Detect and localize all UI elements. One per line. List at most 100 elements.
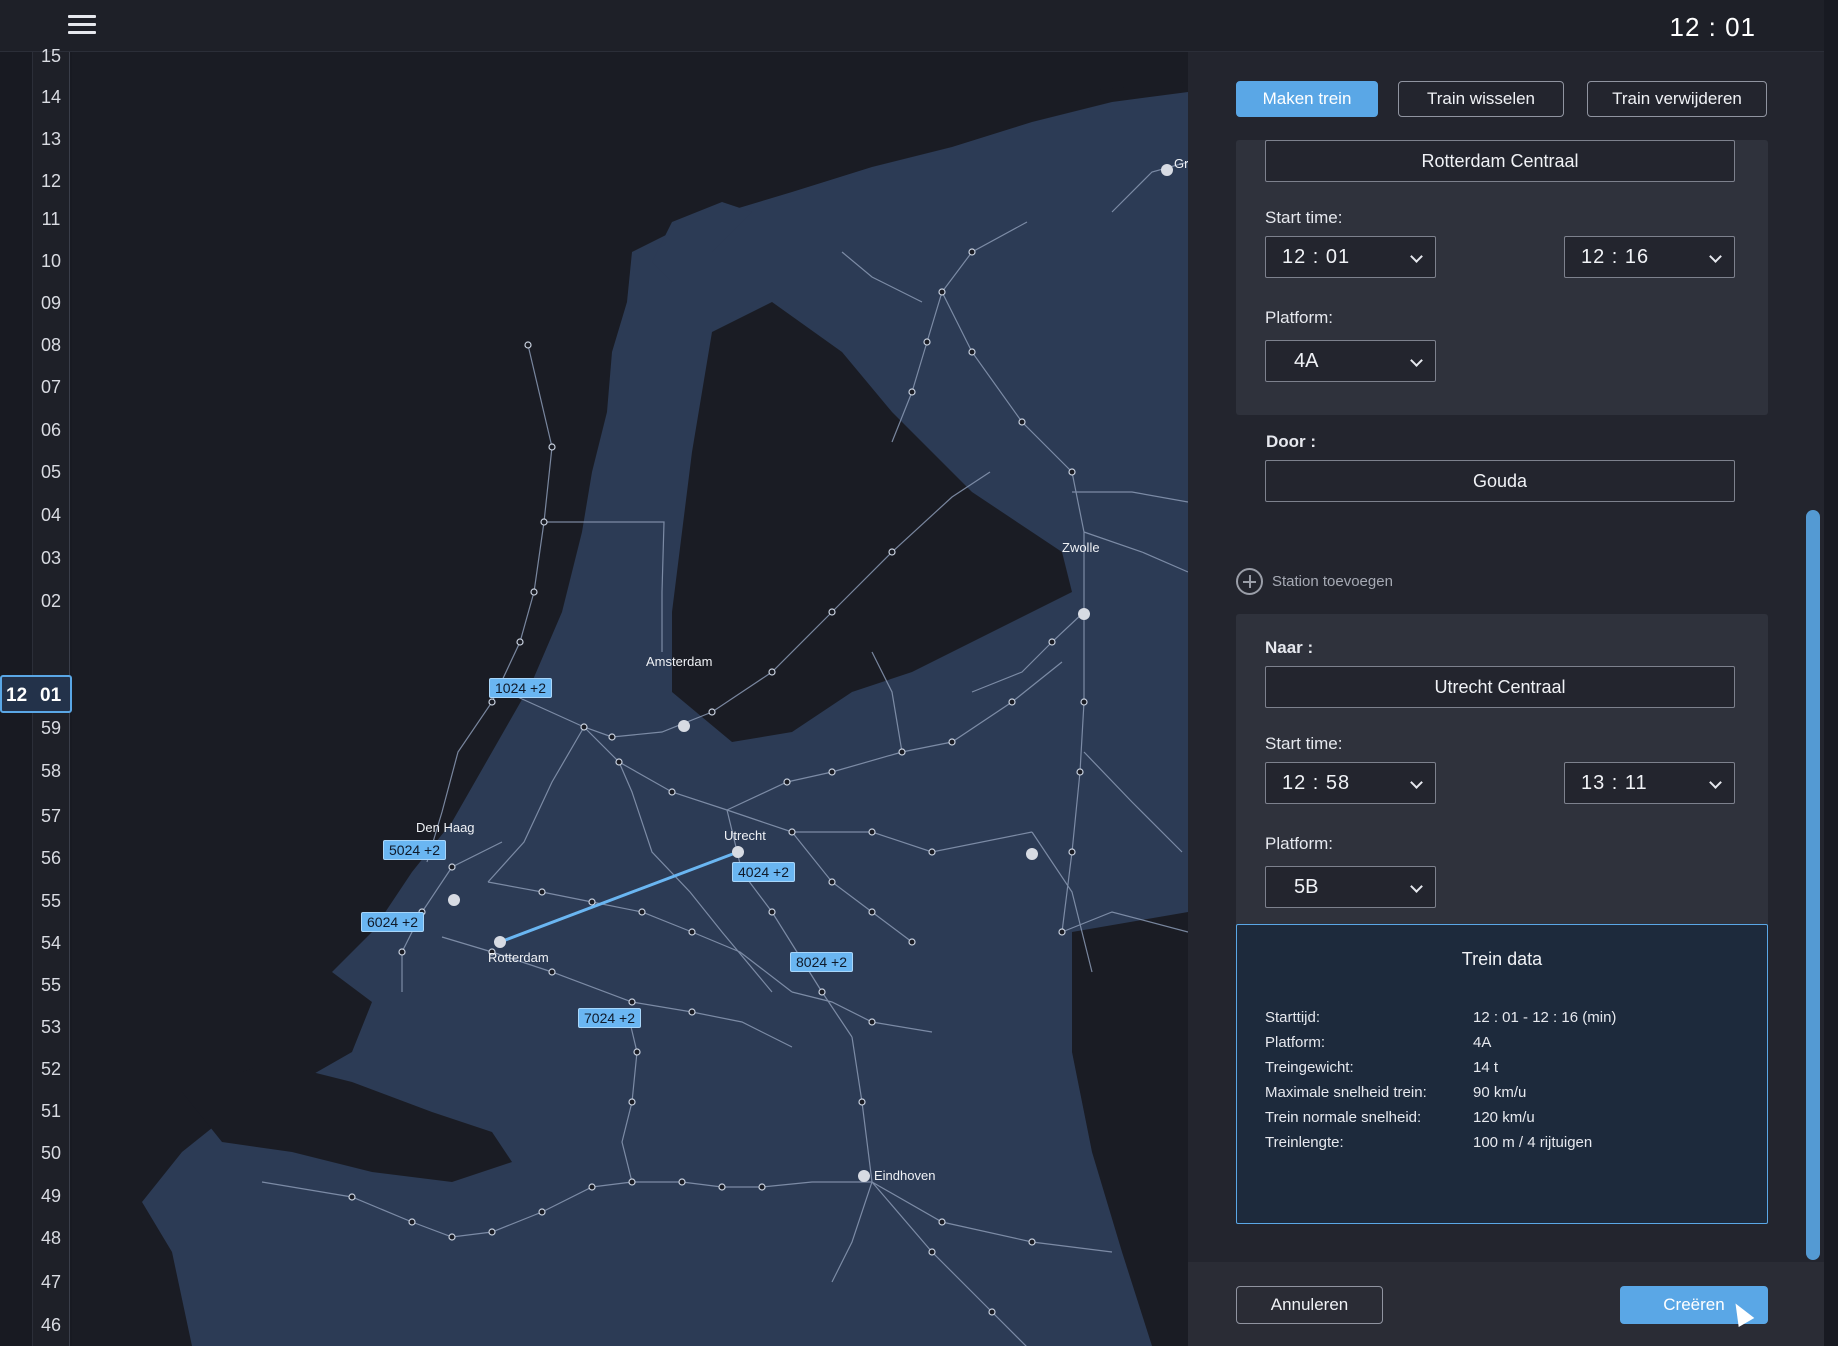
rail-network-map[interactable]: Amsterdam Den Haag Utrecht Rotterdam Zwo… xyxy=(72,52,1188,1346)
to-end-time-value: 13 : 11 xyxy=(1581,772,1648,794)
train-tag[interactable]: 4024 +2 xyxy=(732,862,795,882)
city-label-partial: Gr xyxy=(1174,156,1188,171)
info-label: Starttijd: xyxy=(1265,1009,1321,1026)
info-label: Treinlengte: xyxy=(1265,1134,1344,1151)
time-ruler[interactable]: 15 14 13 12 11 10 09 08 07 06 05 04 03 0… xyxy=(0,46,72,1346)
ruler-tick: 54 xyxy=(40,933,62,953)
plus-circle-icon xyxy=(1236,568,1263,595)
info-value: 4A xyxy=(1473,1034,1492,1051)
to-platform-value: 5B xyxy=(1294,876,1319,898)
ruler-tick: 08 xyxy=(40,335,62,355)
city-label-amsterdam: Amsterdam xyxy=(646,654,713,669)
from-card: Rotterdam Centraal Start time: 12 : 01 1… xyxy=(1236,140,1768,415)
top-bar: 12 : 01 xyxy=(0,0,1824,52)
ruler-tick: 04 xyxy=(40,505,62,525)
ruler-tick: 58 xyxy=(40,761,62,781)
from-station-field[interactable]: Rotterdam Centraal xyxy=(1265,140,1735,182)
city-label-rotterdam: Rotterdam xyxy=(488,950,549,965)
via-station-field[interactable]: Gouda xyxy=(1265,460,1735,502)
ruler-tick: 56 xyxy=(40,848,62,868)
current-time-marker[interactable]: 12 01 xyxy=(0,675,72,713)
app-root: 12 : 01 15 14 13 12 11 10 09 08 07 06 05… xyxy=(0,0,1838,1346)
ruler-tick: 02 xyxy=(40,591,62,611)
ruler-tick: 59 xyxy=(40,718,62,738)
info-value: 12 : 01 - 12 : 16 (min) xyxy=(1473,1009,1617,1026)
city-label-eindhoven: Eindhoven xyxy=(874,1168,936,1183)
chevron-down-icon xyxy=(1410,880,1423,893)
hamburger-menu-icon[interactable] xyxy=(68,15,96,37)
to-start-time-select[interactable]: 12 : 58 xyxy=(1265,762,1436,804)
ruler-tick: 55 xyxy=(40,891,62,911)
chevron-down-icon xyxy=(1410,354,1423,367)
chevron-down-icon xyxy=(1410,250,1423,263)
tab-train-verwijderen[interactable]: Train verwijderen xyxy=(1587,81,1767,117)
ruler-tick: 14 xyxy=(40,87,62,107)
info-label: Treingewicht: xyxy=(1265,1059,1354,1076)
ruler-tick: 06 xyxy=(40,420,62,440)
from-start-time-select[interactable]: 12 : 01 xyxy=(1265,236,1436,278)
train-tag[interactable]: 1024 +2 xyxy=(489,678,552,698)
to-platform-select[interactable]: 5B xyxy=(1265,866,1436,908)
from-end-time-select[interactable]: 12 : 16 xyxy=(1564,236,1735,278)
current-hour: 12 xyxy=(6,685,28,706)
panel-footer: Annuleren Creëren xyxy=(1188,1262,1824,1346)
ruler-tick: 47 xyxy=(40,1272,62,1292)
ruler-tick: 15 xyxy=(40,46,62,66)
train-tag[interactable]: 7024 +2 xyxy=(578,1008,641,1028)
city-label-den-haag: Den Haag xyxy=(416,820,475,835)
chevron-down-icon xyxy=(1709,250,1722,263)
ruler-tick: 52 xyxy=(40,1059,62,1079)
add-station-label: Station toevoegen xyxy=(1272,573,1393,590)
train-tag[interactable]: 5024 +2 xyxy=(383,840,446,860)
ruler-tick: 51 xyxy=(40,1101,62,1121)
train-tag[interactable]: 6024 +2 xyxy=(361,912,424,932)
via-label: Door : xyxy=(1266,432,1317,451)
map-canvas xyxy=(142,52,1188,1346)
chevron-down-icon xyxy=(1410,776,1423,789)
info-label: Platform: xyxy=(1265,1034,1326,1051)
from-end-time-value: 12 : 16 xyxy=(1581,246,1650,268)
train-tag[interactable]: 8024 +2 xyxy=(790,952,853,972)
info-label: Trein normale snelheid: xyxy=(1265,1109,1422,1126)
to-label: Naar : xyxy=(1265,638,1314,657)
to-start-time-value: 12 : 58 xyxy=(1282,772,1351,794)
create-train-panel: Maken trein Train wisselen Train verwijd… xyxy=(1188,52,1824,1346)
to-station-field[interactable]: Utrecht Centraal xyxy=(1265,666,1735,708)
from-platform-value: 4A xyxy=(1294,350,1319,372)
tab-train-wisselen[interactable]: Train wisselen xyxy=(1398,81,1564,117)
current-minute: 01 xyxy=(40,685,62,706)
clock: 12 : 01 xyxy=(1669,12,1756,42)
ruler-tick: 13 xyxy=(40,129,62,149)
chevron-down-icon xyxy=(1709,776,1722,789)
from-platform-label: Platform: xyxy=(1265,308,1334,327)
to-platform-label: Platform: xyxy=(1265,834,1334,853)
panel-scroll-area[interactable]: Rotterdam Centraal Start time: 12 : 01 1… xyxy=(1188,140,1824,1262)
ruler-tick: 11 xyxy=(41,209,61,229)
panel-tabs: Maken trein Train wisselen Train verwijd… xyxy=(1188,52,1824,140)
ruler-tick: 57 xyxy=(40,806,62,826)
ruler-tick: 07 xyxy=(40,377,62,397)
ruler-tick: 49 xyxy=(40,1186,62,1206)
info-value: 90 km/u xyxy=(1473,1084,1527,1101)
ruler-tick: 53 xyxy=(40,1017,62,1037)
to-end-time-select[interactable]: 13 : 11 xyxy=(1564,762,1735,804)
ruler-tick: 48 xyxy=(40,1228,62,1248)
info-label: Maximale snelheid trein: xyxy=(1265,1084,1427,1101)
tab-maken-trein[interactable]: Maken trein xyxy=(1236,81,1378,117)
ruler-tick: 55 xyxy=(40,975,62,995)
ruler-tick: 12 xyxy=(40,171,62,191)
from-platform-select[interactable]: 4A xyxy=(1265,340,1436,382)
city-label-utrecht: Utrecht xyxy=(724,828,766,843)
info-value: 120 km/u xyxy=(1473,1109,1535,1126)
cancel-button[interactable]: Annuleren xyxy=(1236,1286,1383,1324)
info-value: 14 t xyxy=(1473,1059,1499,1076)
info-value: 100 m / 4 rijtuigen xyxy=(1473,1134,1593,1151)
ruler-tick: 05 xyxy=(40,462,62,482)
to-start-time-label: Start time: xyxy=(1265,734,1343,753)
ruler-tick: 50 xyxy=(40,1143,62,1163)
ruler-tick: 03 xyxy=(40,548,62,568)
ruler-tick: 46 xyxy=(40,1315,62,1335)
train-data-box: Trein data Starttijd: 12 : 01 - 12 : 16 … xyxy=(1236,924,1768,1224)
panel-scrollbar[interactable] xyxy=(1806,510,1820,1260)
ruler-tick: 10 xyxy=(40,251,62,271)
